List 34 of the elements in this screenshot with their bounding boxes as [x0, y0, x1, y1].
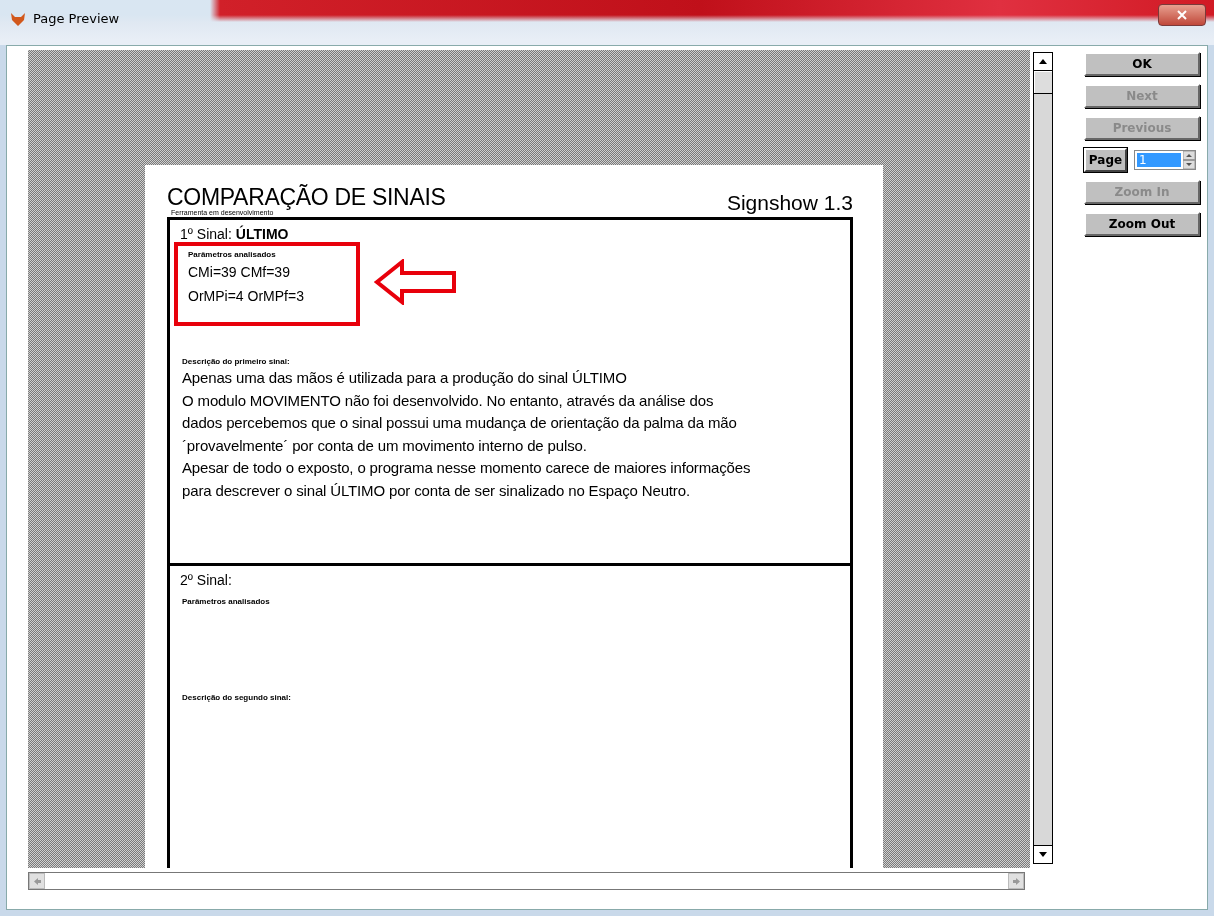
- dialog-button[interactable]: OK: [1084, 52, 1200, 76]
- left-arrow-icon: [33, 877, 41, 885]
- app-name: Signshow 1.3: [726, 191, 853, 215]
- scroll-up-button[interactable]: [1034, 53, 1052, 71]
- description-line: Apenas uma das mãos é utilizada para a produção do sinal ÚLTIMO: [181, 368, 628, 388]
- description-label: Descrição do segundo sinal:: [181, 693, 292, 703]
- down-arrow-icon: [1039, 852, 1047, 857]
- params-label: Parâmetros analisados: [188, 250, 277, 260]
- vertical-scrollbar[interactable]: [1033, 52, 1053, 864]
- document-title: COMPARAÇÃO DE SINAIS: [167, 185, 446, 209]
- sign-label: 1º Sinal: ÚLTIMO: [180, 226, 290, 243]
- sign-label: 2º Sinal:: [180, 572, 233, 589]
- description-line: dados percebemos que o sinal possui uma mudança de orientação da palma da mão: [181, 413, 738, 433]
- description-label: Descrição do primeiro sinal:: [181, 357, 291, 367]
- scroll-down-button[interactable]: [1034, 845, 1052, 863]
- description-line: Apesar de todo o exposto, o programa nesse momento carece de maiores informações: [181, 458, 752, 478]
- description-line: ´provavelmente´ por conta de um movimento interno de pulso.: [181, 435, 588, 456]
- spin-arrows-icon: [1183, 151, 1195, 169]
- close-icon: [1177, 10, 1187, 20]
- close-button[interactable]: [1158, 4, 1206, 26]
- window-title: Page Preview: [33, 11, 120, 26]
- description-line: para descrever o sinal ÚLTIMO por conta de ser sinalizado no Espaço Neutro.: [181, 480, 691, 501]
- param-line: OrMPi=4 OrMPf=3: [188, 287, 305, 306]
- up-arrow-icon: [1039, 59, 1047, 64]
- arrow-icon: [374, 259, 458, 305]
- page-spinner[interactable]: 1: [1134, 150, 1196, 170]
- fox-icon: [10, 10, 26, 27]
- params-label: Parâmetros analisados: [182, 597, 270, 607]
- scroll-thumb[interactable]: [1034, 71, 1052, 94]
- dialog-button[interactable]: Zoom Out: [1084, 212, 1200, 236]
- page-button[interactable]: Page: [1084, 148, 1127, 172]
- description-line: O modulo MOVIMENTO não foi desenvolvido. No entanto, através da análise dos: [181, 390, 715, 411]
- param-line: CMi=39 CMf=39: [188, 263, 291, 282]
- right-arrow-icon: [1012, 877, 1020, 885]
